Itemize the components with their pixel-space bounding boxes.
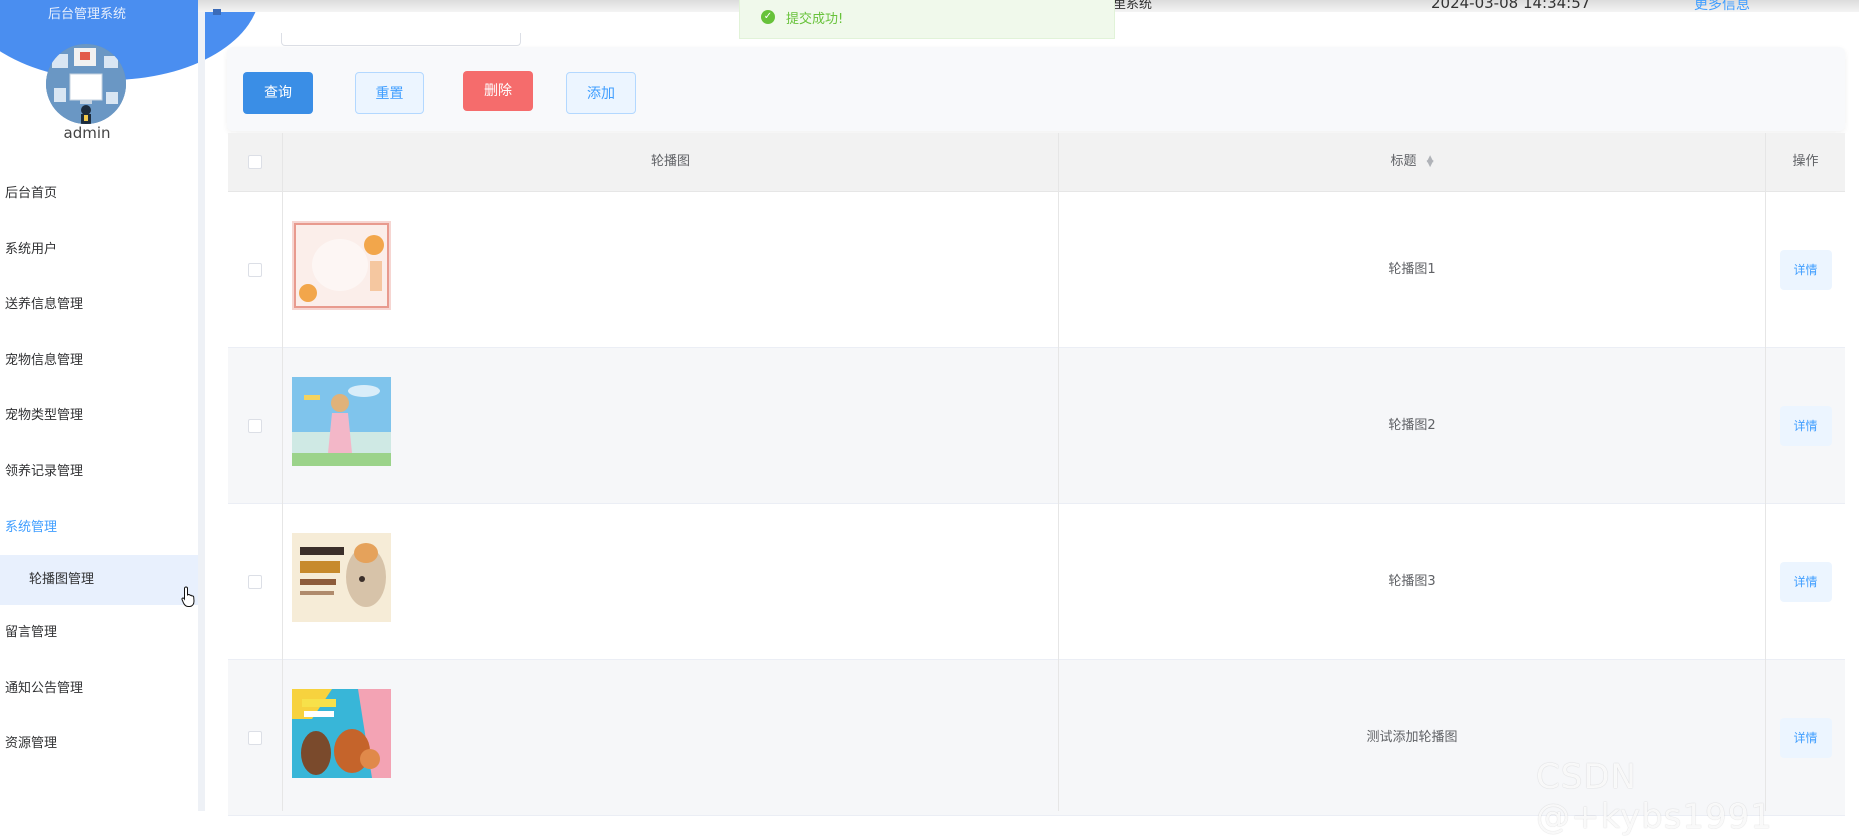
- row-checkbox[interactable]: [248, 263, 262, 277]
- row-checkbox[interactable]: [248, 731, 262, 745]
- sidebar-item-rehome[interactable]: 送养信息管理: [0, 277, 198, 333]
- detail-button[interactable]: 详情: [1779, 718, 1832, 758]
- check-circle-icon: ✓: [761, 10, 775, 24]
- detail-button[interactable]: 详情: [1779, 250, 1832, 290]
- sidebar-item-adoptions[interactable]: 领养记录管理: [0, 444, 198, 500]
- sidebar-item-users[interactable]: 系统用户: [0, 222, 198, 278]
- row-actions: 详情: [1766, 504, 1845, 660]
- column-image: 轮播图: [650, 154, 690, 169]
- avatar[interactable]: [46, 44, 126, 124]
- girl-dog-beach-thumbnail: [292, 377, 391, 466]
- select-all-checkbox[interactable]: [248, 154, 262, 169]
- success-toast: ✓ 提交成功!: [739, 0, 1115, 39]
- reset-button[interactable]: 重置: [355, 72, 424, 114]
- hand-cursor-icon: [181, 586, 195, 607]
- row-select: [228, 504, 282, 660]
- sidebar-item-home[interactable]: 后台首页: [0, 166, 198, 222]
- sidebar-item-pet-types[interactable]: 宠物类型管理: [0, 388, 198, 444]
- system-title: 里系统: [1113, 0, 1153, 12]
- row-checkbox[interactable]: [248, 575, 262, 589]
- menu-toggle-icon[interactable]: [213, 0, 233, 15]
- table-row: 轮播图1 详情: [228, 192, 1845, 348]
- column-divider: [1765, 133, 1766, 811]
- detail-button[interactable]: 详情: [1779, 562, 1832, 602]
- query-button[interactable]: 查询: [243, 72, 313, 114]
- column-title[interactable]: 标题 ▲ ▼: [1059, 133, 1765, 191]
- row-actions: 详情: [1766, 192, 1845, 348]
- search-input[interactable]: [281, 33, 521, 46]
- row-title: 轮播图2: [1388, 418, 1436, 433]
- column-divider: [282, 133, 283, 811]
- column-title-label: 标题: [1390, 154, 1417, 169]
- row-select: [228, 660, 282, 816]
- detail-button[interactable]: 详情: [1779, 406, 1832, 446]
- sidebar-item-notices[interactable]: 通知公告管理: [0, 661, 198, 717]
- dog-poster-thumbnail: [292, 533, 391, 622]
- toast-message: 提交成功!: [786, 12, 844, 27]
- pets-promo-thumbnail: [292, 689, 391, 778]
- content-divider: [198, 12, 205, 811]
- table-row: 轮播图2 详情: [228, 348, 1845, 504]
- header-select-all: [228, 133, 282, 191]
- table-header: 轮播图 标题 ▲ ▼ 操作: [228, 133, 1845, 192]
- carousel-table: 轮播图 标题 ▲ ▼ 操作 轮播图1 详情 轮播图2 详情 轮播图3 详情 测试…: [228, 133, 1845, 816]
- watermark: CSDN @+kybs1991: [1536, 757, 1773, 837]
- row-title: 轮播图3: [1388, 574, 1436, 589]
- sidebar-item-pets[interactable]: 宠物信息管理: [0, 333, 198, 389]
- pink-cat-banner-thumbnail: [292, 221, 391, 310]
- column-op: 操作: [1792, 154, 1819, 169]
- sidebar-subitem-carousel[interactable]: 轮播图管理: [0, 555, 198, 606]
- datetime-display: 2024-03-08 14:34:57: [1431, 0, 1591, 12]
- sidebar-item-system[interactable]: 系统管理: [0, 500, 198, 556]
- sidebar: 后台管理系统 admin 后台首页 系统用户 送养信息管理 宠物信息管理 宠物类…: [0, 0, 260, 811]
- brand-title: 后台管理系统: [47, 7, 126, 22]
- add-button[interactable]: 添加: [566, 72, 636, 114]
- row-actions: 详情: [1766, 348, 1845, 504]
- sort-caret-icon[interactable]: ▲ ▼: [1427, 154, 1434, 168]
- delete-button[interactable]: 删除: [463, 71, 533, 111]
- sidebar-menu: 后台首页 系统用户 送养信息管理 宠物信息管理 宠物类型管理 领养记录管理 系统…: [0, 166, 198, 772]
- sidebar-item-messages[interactable]: 留言管理: [0, 605, 198, 661]
- table-row: 轮播图3 详情: [228, 504, 1845, 660]
- sidebar-item-resources[interactable]: 资源管理: [0, 716, 198, 772]
- row-checkbox[interactable]: [248, 419, 262, 433]
- column-divider: [1058, 133, 1059, 811]
- row-title: 轮播图1: [1388, 262, 1436, 277]
- row-select: [228, 192, 282, 348]
- more-info-link[interactable]: 更多信息: [1694, 0, 1750, 14]
- row-select: [228, 348, 282, 504]
- username: admin: [63, 124, 111, 142]
